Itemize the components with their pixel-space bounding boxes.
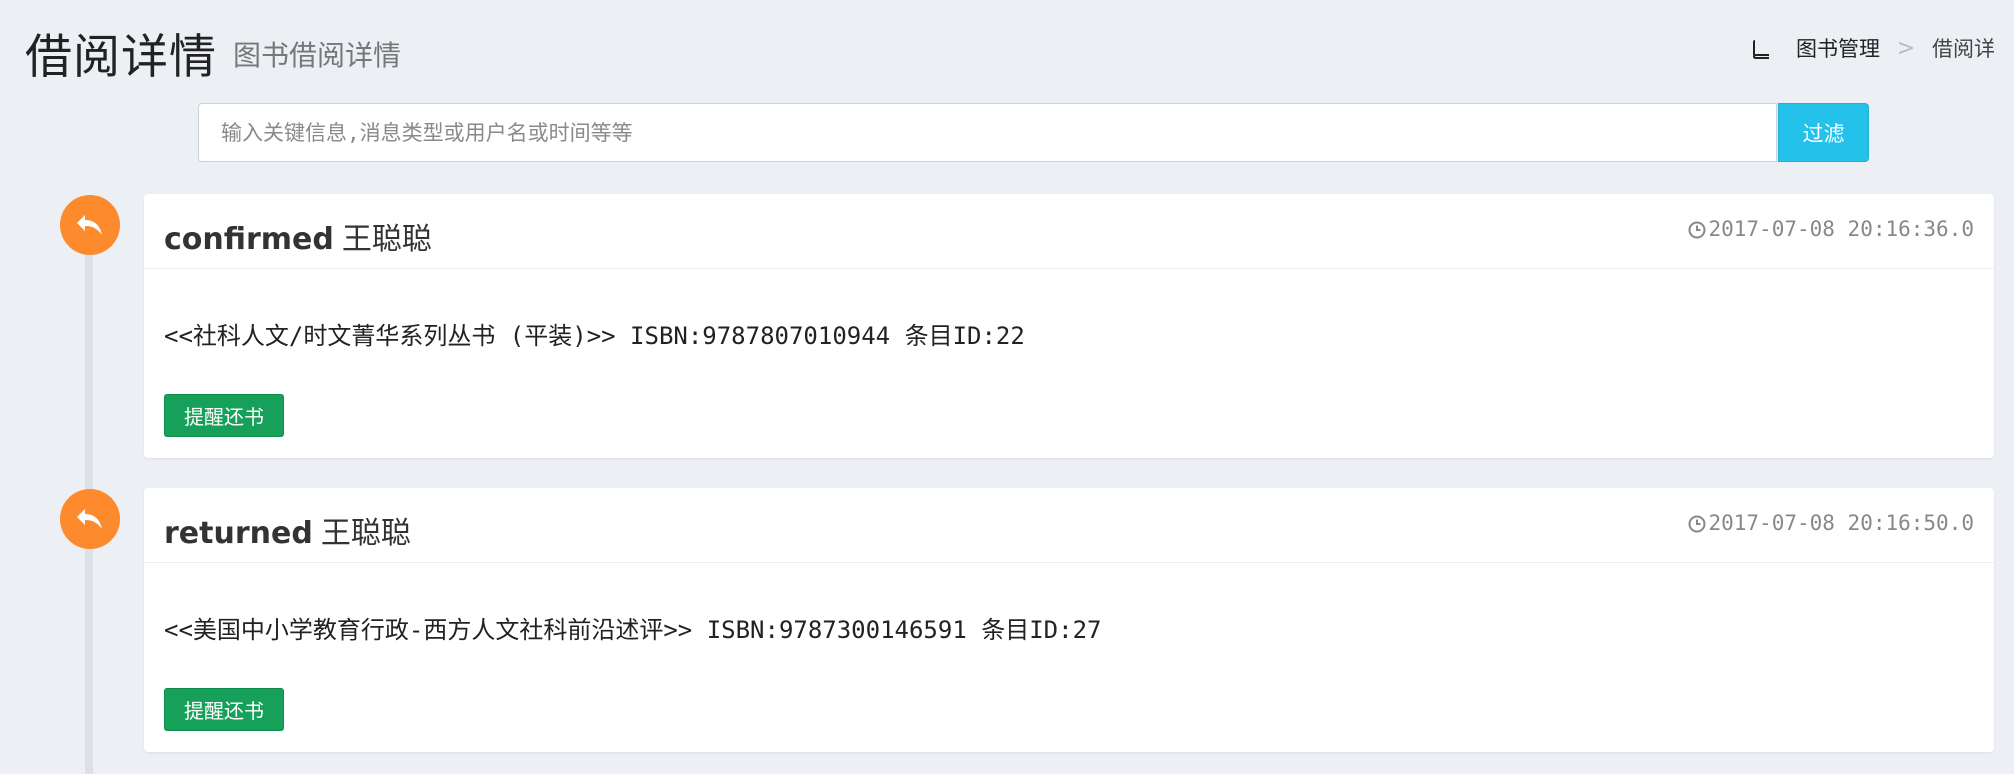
timeline-time: 2017-07-08 20:16:50.0 [1688,511,1974,535]
book-icon [1752,38,1770,59]
reply-icon [60,195,120,255]
page-title: 借阅详情 [25,30,217,85]
timeline-card-body: <<社科人文/时文菁华系列丛书 (平装)>> ISBN:978780701094… [164,322,1025,350]
page-header: 借阅详情 图书借阅详情 图书管理 > 借阅详 [0,0,2014,90]
clock-icon [1688,220,1706,239]
timeline-card-title: confirmed 王聪聪 [164,214,432,258]
breadcrumb-current: 借阅详 [1932,37,1995,61]
timeline-card-title: returned 王聪聪 [164,508,411,552]
timeline-card: returned 王聪聪 2017-07-08 20:16:50.0 <<美国中小… [144,488,1994,752]
timeline-status: returned [164,516,313,551]
timeline-card-body: <<美国中小学教育行政-西方人文社科前沿述评>> ISBN:9787300146… [164,616,1102,644]
timeline-user: 王聪聪 [341,222,432,257]
filter-search-input[interactable] [198,103,1777,162]
timeline-time-text: 2017-07-08 20:16:50.0 [1708,511,1974,535]
page-subtitle: 图书借阅详情 [233,39,402,72]
timeline-card-header: returned 王聪聪 2017-07-08 20:16:50.0 [144,488,1994,563]
timeline-time-text: 2017-07-08 20:16:36.0 [1708,217,1974,241]
breadcrumb-home-link[interactable]: 图书管理 [1796,33,1880,63]
timeline-card: confirmed 王聪聪 2017-07-08 20:16:36.0 <<社科人… [144,194,1994,458]
timeline-time: 2017-07-08 20:16:36.0 [1688,217,1974,241]
breadcrumb-separator: > [1896,35,1916,61]
filter-button[interactable]: 过滤 [1778,103,1869,162]
timeline-status: confirmed [164,222,334,257]
remind-return-button[interactable]: 提醒还书 [164,394,284,437]
clock-icon [1688,514,1706,533]
timeline-user: 王聪聪 [320,516,411,551]
filter-bar: 过滤 [198,103,1869,162]
timeline-card-header: confirmed 王聪聪 2017-07-08 20:16:36.0 [144,194,1994,269]
breadcrumb: 图书管理 > 借阅详 [1752,33,1995,63]
reply-icon [60,489,120,549]
remind-return-button[interactable]: 提醒还书 [164,688,284,731]
